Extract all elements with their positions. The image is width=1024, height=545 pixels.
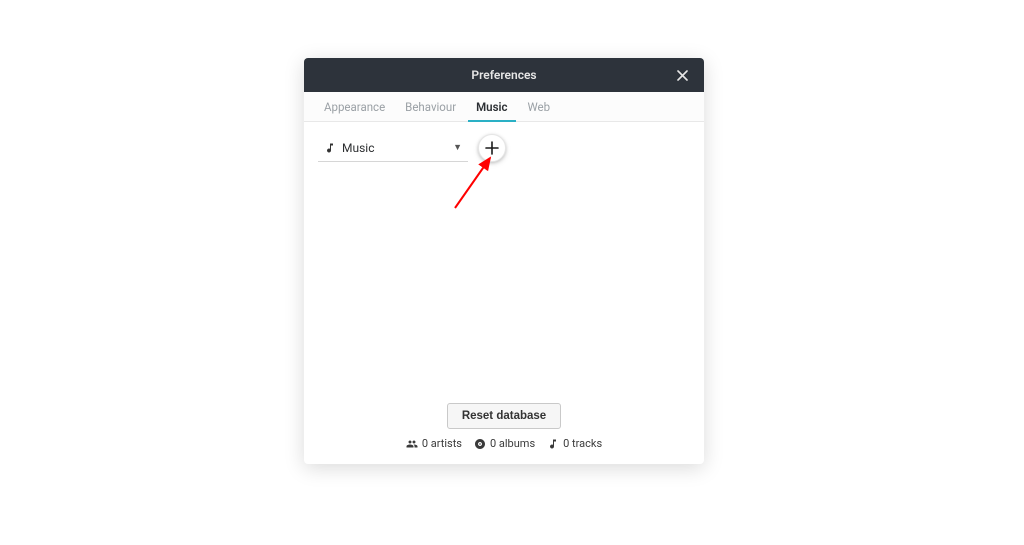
tabs: Appearance Behaviour Music Web	[304, 92, 704, 122]
close-button[interactable]	[668, 58, 696, 92]
tab-label: Web	[528, 100, 551, 114]
tab-label: Behaviour	[405, 100, 456, 114]
stat-label: 0 albums	[490, 437, 535, 450]
stat-label: 0 artists	[422, 437, 462, 450]
artists-icon	[406, 438, 418, 450]
tab-behaviour[interactable]: Behaviour	[395, 92, 466, 121]
stat-label: 0 tracks	[563, 437, 602, 450]
stat-tracks: 0 tracks	[547, 437, 602, 450]
tab-label: Appearance	[324, 100, 385, 114]
albums-icon	[474, 438, 486, 450]
reset-database-button[interactable]: Reset database	[447, 403, 561, 429]
stat-artists: 0 artists	[406, 437, 462, 450]
tab-label: Music	[476, 100, 507, 114]
plus-icon	[485, 141, 499, 155]
tracks-icon	[547, 438, 559, 450]
music-folder-label: Music	[342, 141, 453, 155]
music-folder-select[interactable]: Music ▼	[318, 134, 468, 162]
tab-content-music: Music ▼ Reset database 0 artists 0 album…	[304, 122, 704, 464]
close-icon	[677, 70, 688, 81]
music-footer: Reset database 0 artists 0 albums 0 trac…	[318, 395, 690, 454]
tab-web[interactable]: Web	[518, 92, 561, 121]
add-folder-button[interactable]	[478, 134, 506, 162]
stat-albums: 0 albums	[474, 437, 535, 450]
music-note-icon	[324, 142, 336, 154]
window-title: Preferences	[471, 68, 536, 82]
tab-appearance[interactable]: Appearance	[314, 92, 395, 121]
tab-music[interactable]: Music	[466, 92, 517, 121]
music-folder-row: Music ▼	[318, 134, 690, 162]
preferences-window: Preferences Appearance Behaviour Music W…	[304, 58, 704, 464]
titlebar: Preferences	[304, 58, 704, 92]
caret-down-icon: ▼	[453, 142, 462, 153]
library-stats: 0 artists 0 albums 0 tracks	[406, 437, 602, 454]
